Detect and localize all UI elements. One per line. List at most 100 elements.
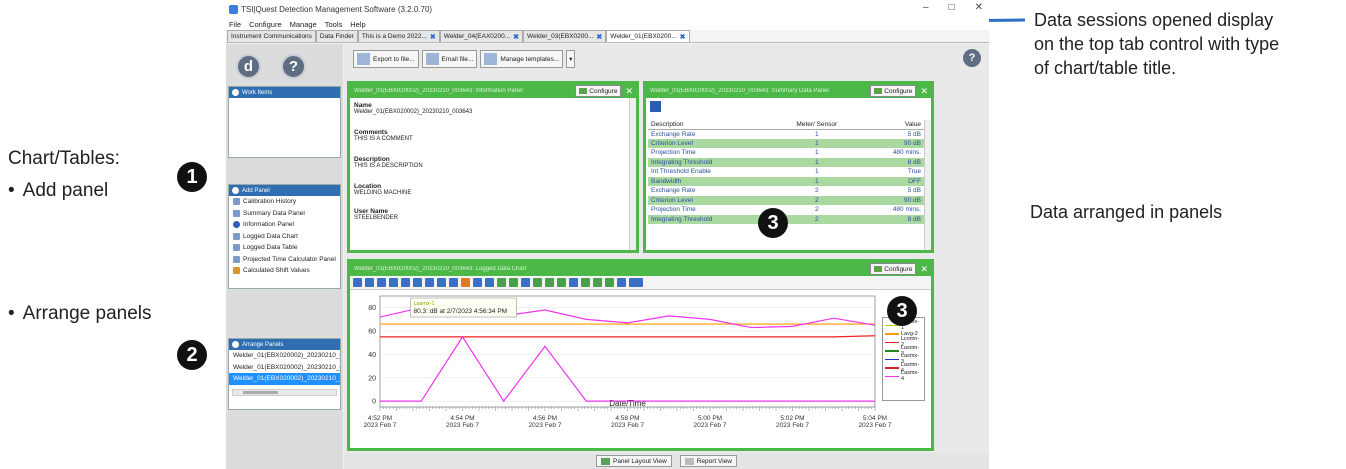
y-axis-icon[interactable] <box>581 278 590 287</box>
print-icon[interactable] <box>377 278 386 287</box>
column-header[interactable]: Meter/ Sensor <box>773 120 861 130</box>
add-calibration-history[interactable]: Calibration History <box>229 196 340 208</box>
tab-close-icon[interactable]: ✖ <box>680 33 686 41</box>
arrange-panels-scrollbar[interactable] <box>232 388 337 396</box>
tab-close-icon[interactable]: ✖ <box>596 33 602 41</box>
help-icon[interactable]: ? <box>963 49 981 67</box>
bar-icon[interactable] <box>569 278 578 287</box>
x-axis-icon[interactable] <box>533 278 542 287</box>
save-icon[interactable] <box>650 101 661 112</box>
summary-scrollbar[interactable] <box>924 120 931 250</box>
wrench-icon <box>874 88 883 94</box>
menu-tools[interactable]: Tools <box>325 20 343 29</box>
export-to-file-button[interactable]: Export to file... <box>353 50 419 68</box>
pan-icon[interactable] <box>425 278 434 287</box>
info-scrollbar[interactable] <box>629 98 636 250</box>
table-row[interactable]: Projection Time 2 480 mins. <box>648 205 924 215</box>
templates-dropdown-button[interactable]: ▾ <box>566 50 576 68</box>
chart-type-icon[interactable] <box>485 278 494 287</box>
legend-entry[interactable]: Lasmx-4 <box>885 370 922 382</box>
table-row[interactable]: Exchange Rate 2 5 dB <box>648 186 924 196</box>
menu-file[interactable]: File <box>229 20 241 29</box>
marker-icon[interactable] <box>461 278 470 287</box>
cell: Integrating Threshold <box>648 157 774 167</box>
arrange-panel-item-selected[interactable]: Welder_01(EBX020002)_20230210_0 <box>229 373 340 385</box>
configure-button[interactable]: Configure <box>575 85 622 97</box>
work-items-header[interactable]: Work Items <box>229 87 340 98</box>
panel-close-icon[interactable]: ✕ <box>920 264 931 275</box>
panel-close-icon[interactable]: ✕ <box>920 86 931 97</box>
table-row[interactable]: Criterion Level 1 90 dB <box>648 138 924 148</box>
table-row[interactable]: Bandwidth 1 OFF <box>648 176 924 186</box>
palette-icon[interactable] <box>509 278 518 287</box>
column-header[interactable]: Description <box>648 120 774 130</box>
color-icon[interactable] <box>497 278 506 287</box>
menu-manage[interactable]: Manage <box>290 20 317 29</box>
table-row[interactable]: Projection Time 1 480 mins. <box>648 148 924 158</box>
tab-welder-03[interactable]: Welder_03(EBX0200... ✖ <box>523 30 607 42</box>
add-logged-data-chart[interactable]: Logged Data Chart <box>229 231 340 243</box>
tab-demo-session[interactable]: This is a Demo 2022... ✖ <box>357 30 440 42</box>
axis-icon[interactable] <box>593 278 602 287</box>
arrange-panel-item[interactable]: Welder_01(EBX020002)_20230210_0 <box>229 362 340 374</box>
maximize-button[interactable]: □ <box>949 2 955 13</box>
zoom-out-icon[interactable] <box>449 278 458 287</box>
series-icon[interactable] <box>557 278 566 287</box>
info-icon <box>233 221 240 229</box>
copy-icon[interactable] <box>389 278 398 287</box>
report-view-button[interactable]: Report View <box>679 455 738 467</box>
series-icon[interactable] <box>605 278 614 287</box>
cell: Criterion Level <box>648 195 774 205</box>
add-logged-data-table[interactable]: Logged Data Table <box>229 242 340 254</box>
bar-icon[interactable] <box>617 278 626 287</box>
help-icon[interactable]: ? <box>281 53 306 79</box>
gallery-icon[interactable] <box>629 278 643 287</box>
arrange-panel-item[interactable]: Welder_01(EBX020002)_20230210_0 <box>229 350 340 362</box>
tab-close-icon[interactable]: ✖ <box>513 33 519 41</box>
x-tick-label: 5:04 PM <box>863 415 887 422</box>
x-tick-date-label: 2023 Feb 7 <box>694 422 727 429</box>
column-header[interactable]: Value <box>860 120 924 130</box>
logged-data-chart[interactable]: 0204060804:52 PM2023 Feb 74:54 PM2023 Fe… <box>350 290 931 451</box>
y-tick-label: 40 <box>368 352 376 359</box>
tab-close-icon[interactable]: ✖ <box>430 33 436 41</box>
arrange-panels-header[interactable]: Arrange Panels <box>229 339 340 350</box>
minimize-button[interactable]: – <box>923 2 929 13</box>
zoom-in-icon[interactable] <box>437 278 446 287</box>
axis-icon[interactable] <box>545 278 554 287</box>
app-window: TSI|Quest Detection Management Software … <box>226 0 989 469</box>
table-row[interactable]: Criterion Level 2 90 dB <box>648 195 924 205</box>
tab-data-finder[interactable]: Data Finder <box>315 30 358 42</box>
tab-welder-04[interactable]: Welder_04(EAX0200... ✖ <box>439 30 524 42</box>
add-information-panel[interactable]: Information Panel <box>229 219 340 231</box>
add-summary-data-panel[interactable]: Summary Data Panel <box>229 208 340 220</box>
configure-button[interactable]: Configure <box>870 263 917 275</box>
manage-templates-button[interactable]: Manage templates... <box>480 50 564 68</box>
table-row[interactable]: Int Threshold Enable 1 True <box>648 167 924 177</box>
add-calculated-shift-values[interactable]: Calculated Shift Values <box>229 265 340 277</box>
email-icon <box>425 53 439 65</box>
panel-layout-view-button[interactable]: Panel Layout View <box>595 455 672 467</box>
configure-button[interactable]: Configure <box>870 85 917 97</box>
chart-style-icon[interactable] <box>473 278 482 287</box>
menu-configure[interactable]: Configure <box>249 20 282 29</box>
window-title: TSI|Quest Detection Management Software … <box>241 4 433 14</box>
panel-close-icon[interactable]: ✕ <box>625 86 636 97</box>
table-icon[interactable] <box>521 278 530 287</box>
tab-welder-01[interactable]: Welder_01(EBX0200... ✖ <box>606 30 690 42</box>
save-icon[interactable] <box>365 278 374 287</box>
tab-instrument-communications[interactable]: Instrument Communications <box>227 30 316 42</box>
pointer-icon[interactable] <box>413 278 422 287</box>
menu-bar: File Configure Manage Tools Help <box>226 18 989 30</box>
data-icon[interactable]: d <box>236 53 261 79</box>
cell: 8 dB <box>860 157 924 167</box>
table-row[interactable]: Exchange Rate 1 5 dB <box>648 129 924 139</box>
table-row[interactable]: Integrating Threshold 1 8 dB <box>648 157 924 167</box>
menu-help[interactable]: Help <box>350 20 365 29</box>
email-file-button[interactable]: Email file... <box>421 50 478 68</box>
new-icon[interactable] <box>401 278 410 287</box>
help-icon[interactable] <box>353 278 362 287</box>
add-projected-time-calculator[interactable]: Projected Time Calculator Panel <box>229 254 340 266</box>
close-window-button[interactable]: ✕ <box>975 2 983 13</box>
add-panel-header[interactable]: Add Panel <box>229 185 340 196</box>
